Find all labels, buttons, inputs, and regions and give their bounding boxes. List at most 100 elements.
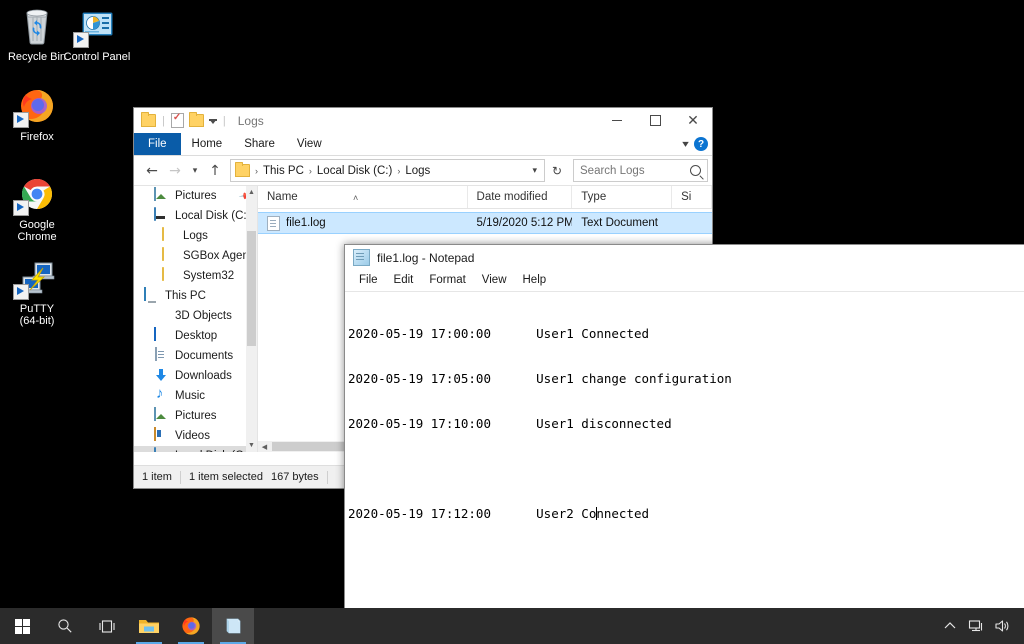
new-folder-icon[interactable]: [188, 112, 204, 127]
windows-logo-icon: [14, 618, 30, 634]
pictures-icon: [154, 407, 170, 424]
ribbon-tab-share[interactable]: Share: [233, 133, 286, 155]
desktop-icon-label: PuTTY (64-bit): [19, 303, 55, 327]
ribbon-tab-view[interactable]: View: [286, 133, 333, 155]
back-button[interactable]: ←: [142, 161, 162, 181]
notepad-window[interactable]: file1.log - Notepad File Edit Format Vie…: [344, 244, 1024, 612]
sort-ascending-icon: ˄: [353, 193, 359, 203]
sidebar-item-label: 3D Objects: [175, 310, 232, 322]
menu-help[interactable]: Help: [515, 270, 555, 291]
breadcrumb-separator: ›: [255, 165, 258, 176]
folder-icon: [162, 227, 178, 244]
explorer-navigation-bar[interactable]: ← → ▾ ↑ › This PC › Local Disk (C:) › Lo…: [134, 156, 712, 186]
chevron-up-icon: [944, 622, 956, 629]
scroll-left-icon[interactable]: ◀: [258, 443, 271, 451]
scroll-down-icon[interactable]: ▼: [246, 439, 257, 452]
column-headers[interactable]: Name ˄ Date modified Type Si: [258, 186, 712, 209]
sidebar-item-sgbox-agent[interactable]: SGBox Agent: [134, 246, 257, 266]
explorer-titlebar[interactable]: | | Logs ✕: [134, 108, 712, 133]
taskbar-app-file-explorer[interactable]: [128, 608, 170, 644]
forward-button[interactable]: →: [165, 161, 185, 181]
refresh-button[interactable]: ↻: [548, 164, 566, 178]
folder-icon[interactable]: [141, 112, 156, 127]
ribbon-tab-home[interactable]: Home: [181, 133, 234, 155]
quick-access-toolbar[interactable]: | | Logs: [134, 108, 264, 133]
taskbar-app-firefox[interactable]: [170, 608, 212, 644]
drive-icon: [154, 447, 170, 452]
sidebar-item-videos[interactable]: Videos: [134, 426, 257, 446]
sidebar-item-label: Local Disk (C:): [175, 210, 251, 222]
explorer-ribbon-tabs[interactable]: File Home Share View ▾ ?: [134, 133, 712, 156]
firefox-icon: [182, 617, 200, 635]
column-header-size[interactable]: Si: [672, 186, 712, 208]
sidebar-item-system32[interactable]: System32: [134, 266, 257, 286]
breadcrumb-item-local-disk[interactable]: Local Disk (C:): [315, 165, 394, 177]
scrollbar-thumb[interactable]: [247, 231, 256, 346]
notepad-menubar[interactable]: File Edit Format View Help: [345, 270, 1024, 292]
desktop-icon-firefox[interactable]: Firefox: [0, 84, 74, 143]
column-header-date-modified[interactable]: Date modified: [468, 186, 573, 208]
desktop-icon: [154, 327, 170, 344]
menu-edit[interactable]: Edit: [386, 270, 422, 291]
sidebar-item-logs[interactable]: Logs: [134, 226, 257, 246]
chevron-down-icon[interactable]: [208, 119, 217, 124]
sidebar-item-music[interactable]: Music: [134, 386, 257, 406]
desktop-icon-google-chrome[interactable]: Google Chrome: [0, 172, 74, 243]
folder-icon: [162, 267, 178, 284]
notepad-text-area[interactable]: 2020-05-19 17:00:00 User1 Connected 2020…: [345, 292, 1024, 608]
search-icon[interactable]: [690, 165, 701, 176]
minimize-button[interactable]: [598, 108, 636, 133]
chevron-down-icon[interactable]: ▾: [527, 165, 542, 176]
menu-view[interactable]: View: [474, 270, 515, 291]
desktop-icon-putty[interactable]: PuTTY (64-bit): [0, 256, 74, 327]
system-tray[interactable]: [938, 608, 1024, 644]
column-header-name[interactable]: Name ˄: [258, 186, 468, 208]
folder-icon: [235, 162, 250, 177]
close-button[interactable]: ✕: [674, 108, 712, 133]
show-hidden-icons-button[interactable]: [938, 608, 962, 644]
sidebar-vertical-scrollbar[interactable]: ▲ ▼: [246, 186, 257, 452]
recent-locations-button[interactable]: ▾: [188, 161, 202, 181]
maximize-button[interactable]: [636, 108, 674, 133]
scroll-up-icon[interactable]: ▲: [246, 186, 257, 199]
sidebar-item-label: SGBox Agent: [183, 250, 253, 262]
breadcrumb-item-logs[interactable]: Logs: [403, 165, 432, 177]
taskbar-app-notepad[interactable]: [212, 608, 254, 644]
explorer-window-controls[interactable]: ✕: [598, 108, 712, 133]
address-bar[interactable]: › This PC › Local Disk (C:) › Logs ▾: [230, 159, 545, 182]
search-icon: [58, 619, 72, 633]
chevron-down-icon[interactable]: ▾: [682, 139, 689, 150]
ribbon-tab-file[interactable]: File: [134, 133, 181, 155]
menu-file[interactable]: File: [351, 270, 386, 291]
sidebar-item-pictures-quick[interactable]: Pictures 📌: [134, 186, 257, 206]
file-name-cell[interactable]: file1.log: [258, 215, 468, 231]
table-row[interactable]: file1.log 5/19/2020 5:12 PM Text Documen…: [258, 212, 712, 234]
ribbon-right-controls[interactable]: ▾ ?: [682, 133, 708, 155]
breadcrumb-item-this-pc[interactable]: This PC: [261, 165, 306, 177]
help-icon[interactable]: ?: [694, 137, 708, 151]
sidebar-item-3d-objects[interactable]: 3D Objects: [134, 306, 257, 326]
sidebar-item-local-disk-quick[interactable]: Local Disk (C:): [134, 206, 257, 226]
search-input[interactable]: Search Logs: [573, 159, 708, 182]
taskbar[interactable]: [0, 608, 1024, 644]
explorer-sidebar[interactable]: Pictures 📌 Local Disk (C:) Logs SGBox Ag…: [134, 186, 257, 452]
sidebar-item-pictures[interactable]: Pictures: [134, 406, 257, 426]
up-button[interactable]: ↑: [205, 161, 225, 181]
sidebar-item-downloads[interactable]: Downloads: [134, 366, 257, 386]
column-header-type[interactable]: Type: [572, 186, 673, 208]
downloads-icon: [154, 368, 170, 384]
desktop-icon-control-panel[interactable]: Control Panel: [60, 4, 134, 63]
taskbar-search-button[interactable]: [44, 608, 86, 644]
network-button[interactable]: [964, 608, 988, 644]
sidebar-item-local-disk[interactable]: Local Disk (C:): [134, 446, 257, 452]
menu-format[interactable]: Format: [421, 270, 473, 291]
volume-button[interactable]: [990, 608, 1014, 644]
sidebar-item-documents[interactable]: Documents: [134, 346, 257, 366]
search-placeholder: Search Logs: [580, 164, 645, 177]
properties-icon[interactable]: [170, 112, 184, 128]
sidebar-item-this-pc[interactable]: This PC: [134, 286, 257, 306]
notepad-titlebar[interactable]: file1.log - Notepad: [345, 245, 1024, 270]
start-button[interactable]: [0, 608, 44, 644]
sidebar-item-desktop[interactable]: Desktop: [134, 326, 257, 346]
taskbar-task-view-button[interactable]: [86, 608, 128, 644]
